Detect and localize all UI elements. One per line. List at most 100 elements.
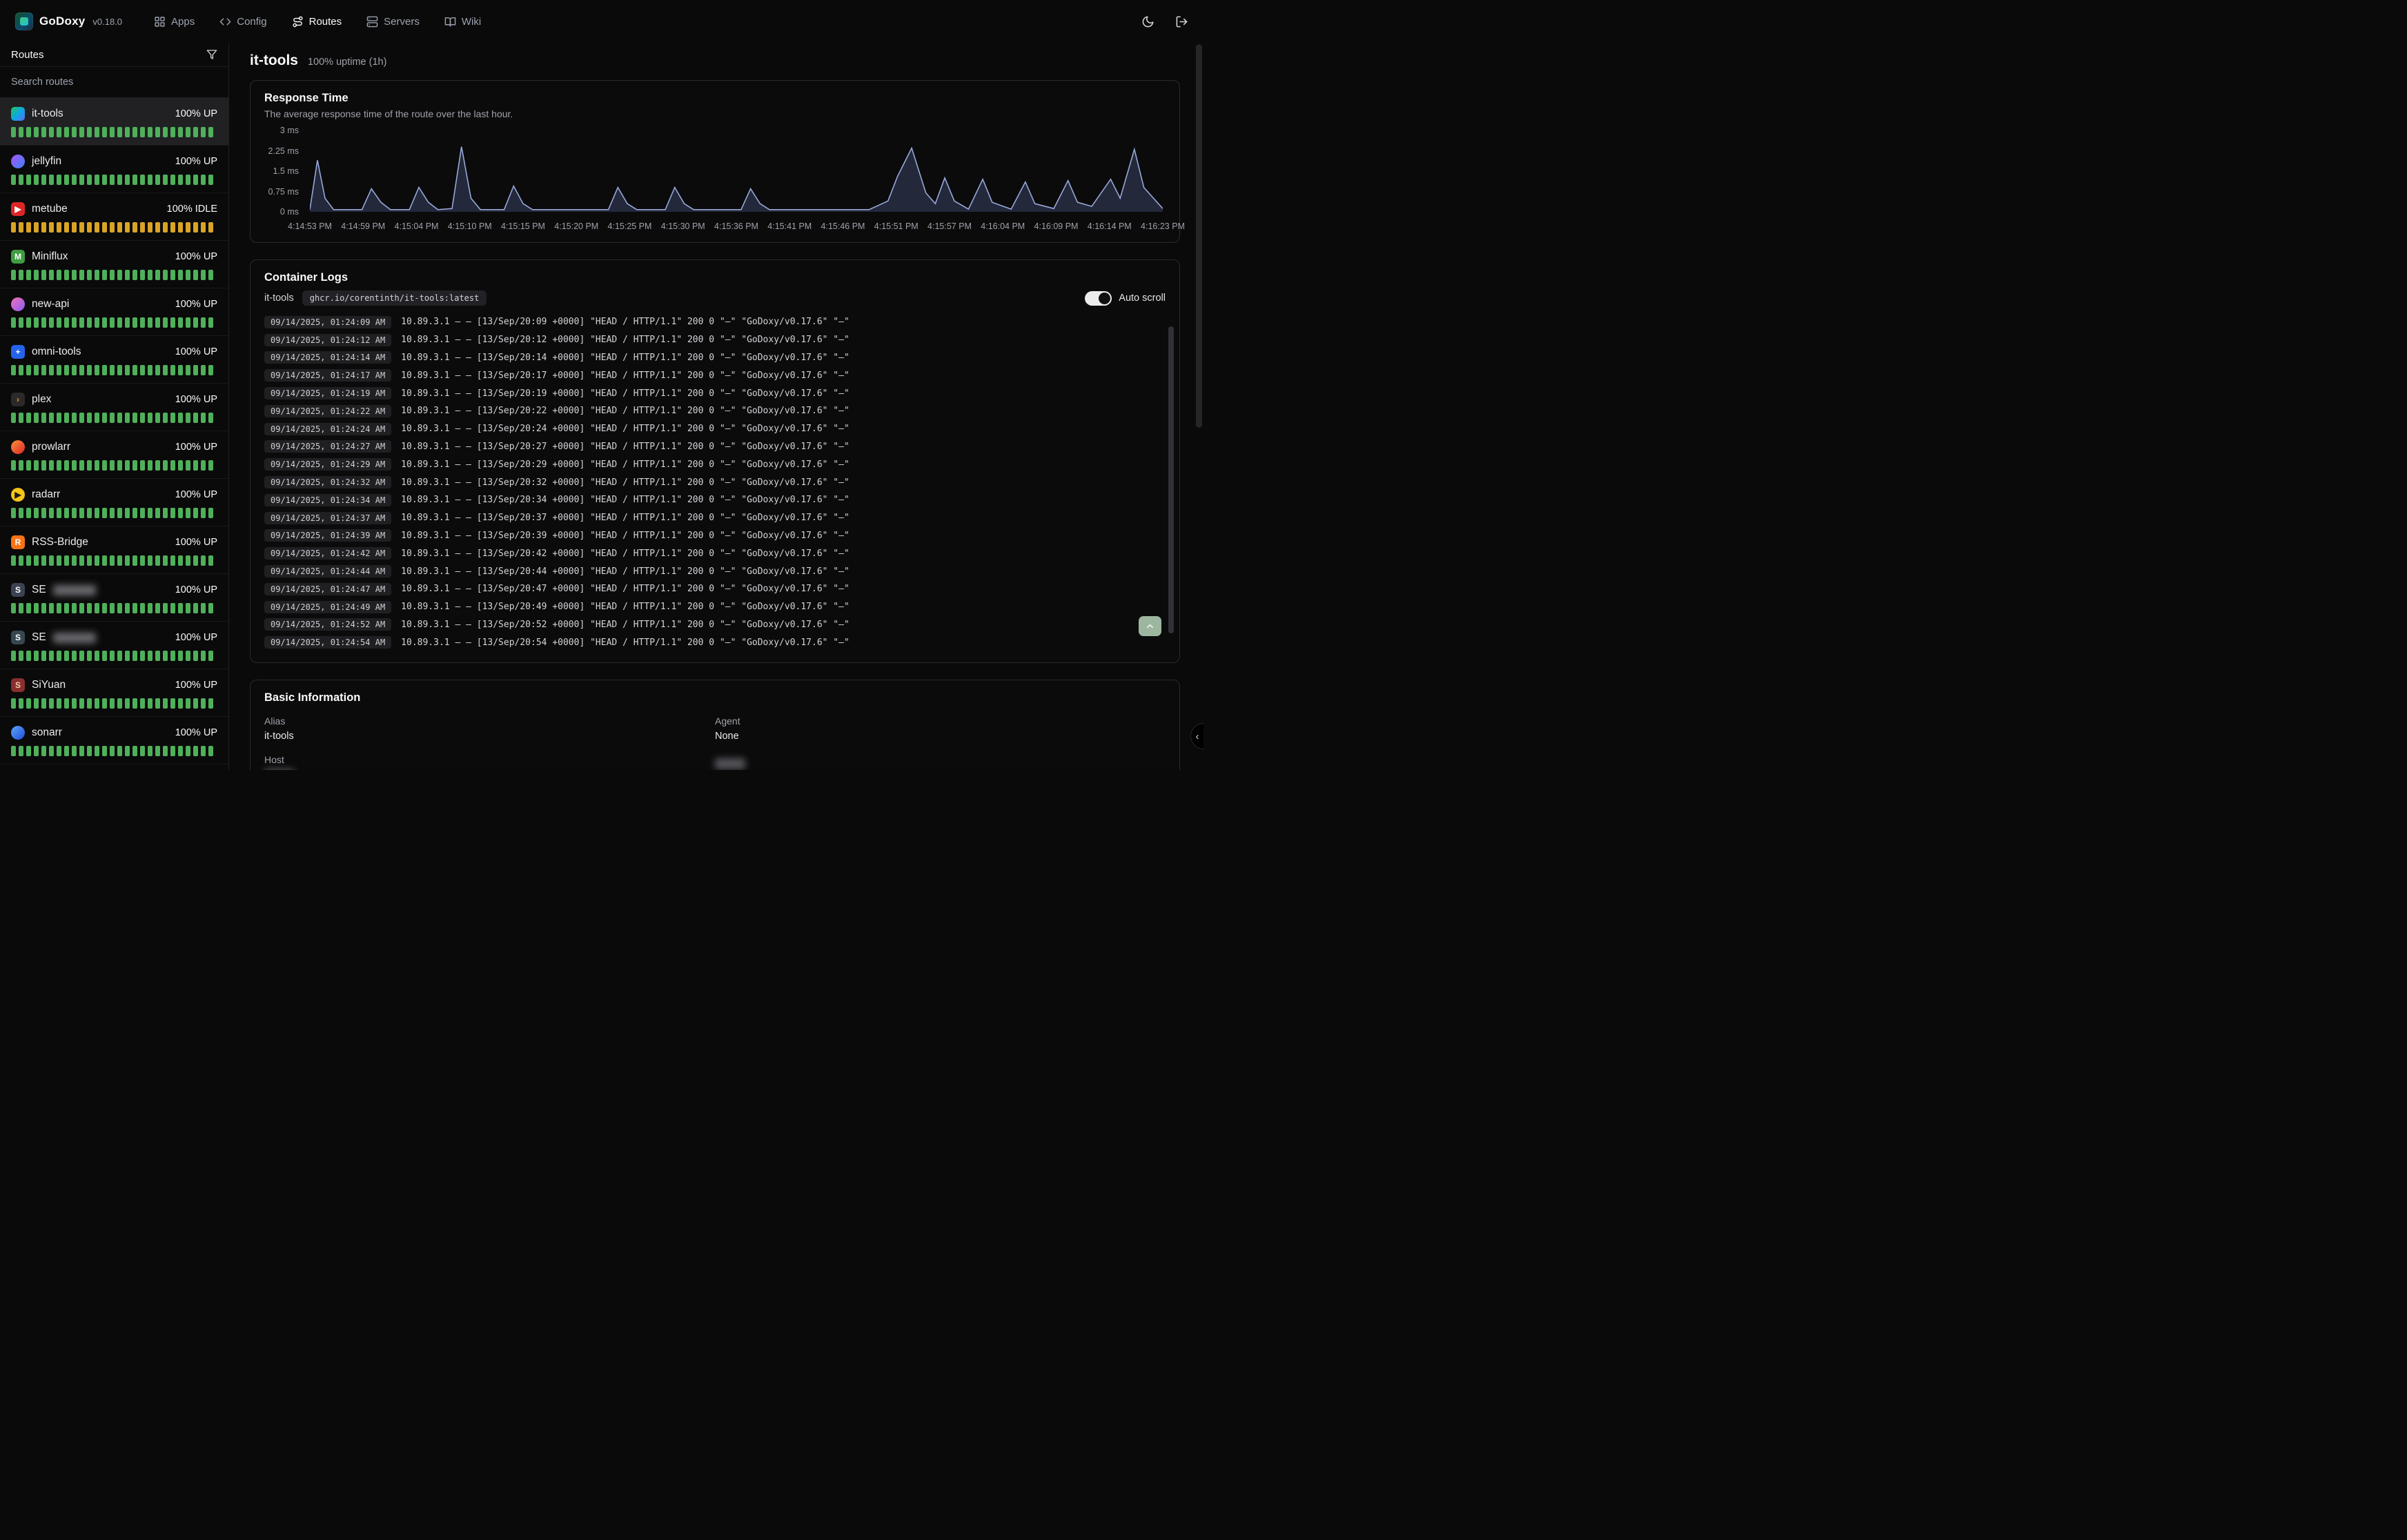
sidebar-route-se[interactable]: SSE100% UP (0, 574, 228, 622)
logout-icon[interactable] (1175, 15, 1188, 28)
uptime-bar (186, 317, 190, 328)
uptime-bar (193, 508, 198, 518)
uptime-bar (110, 127, 115, 137)
uptime-bar (201, 508, 206, 518)
sidebar-route-it-tools[interactable]: it-tools100% UP (0, 98, 228, 146)
uptime-bar (178, 365, 183, 375)
uptime-bar (193, 651, 198, 661)
uptime-bar (34, 317, 39, 328)
log-row: 09/14/2025, 01:24:17 AM10.89.3.1 — — [13… (264, 366, 1148, 384)
uptime-bar (110, 555, 115, 566)
nav-item-servers[interactable]: Servers (366, 16, 420, 28)
uptime-bar (49, 175, 54, 185)
toggle-knob (1099, 293, 1110, 304)
nav-item-config[interactable]: Config (219, 16, 266, 28)
nav-item-apps[interactable]: Apps (154, 16, 195, 28)
uptime-bar (19, 508, 23, 518)
uptime-bar (163, 651, 168, 661)
uptime-bar (155, 555, 160, 566)
routes-list: it-tools100% UPjellyfin100% UP▶metube100… (0, 98, 228, 770)
uptime-bar (186, 413, 190, 423)
uptime-bar (178, 222, 183, 233)
sidebar-route-radarr[interactable]: ▶radarr100% UP (0, 479, 228, 526)
sidebar-route-jellyfin[interactable]: jellyfin100% UP (0, 146, 228, 193)
sidebar-route-metube[interactable]: ▶metube100% IDLE (0, 193, 228, 241)
uptime-bar (110, 175, 115, 185)
page-title: it-tools (250, 52, 298, 69)
uptime-bar (132, 460, 137, 471)
search-routes-input[interactable] (0, 67, 228, 97)
x-axis-tick: 4:16:09 PM (1034, 221, 1079, 231)
sidebar-route-new-api[interactable]: new-api100% UP (0, 288, 228, 336)
uptime-bar (57, 460, 61, 471)
sidebar-route-se[interactable]: SSE100% UP (0, 622, 228, 669)
wiki-book-icon (444, 16, 456, 28)
uptime-bars (11, 175, 217, 185)
sidebar-route-rss-bridge[interactable]: RRSS-Bridge100% UP (0, 526, 228, 574)
uptime-bar (95, 508, 99, 518)
uptime-bar (102, 555, 107, 566)
uptime-bar (79, 460, 84, 471)
uptime-bar (132, 603, 137, 613)
sidebar-route-sonarr[interactable]: sonarr100% UP (0, 717, 228, 764)
uptime-bar (170, 651, 175, 661)
uptime-bar (11, 365, 16, 375)
uptime-bar (178, 508, 183, 518)
uptime-bar (208, 413, 213, 423)
uptime-bar (64, 175, 69, 185)
uptime-bar (193, 746, 198, 756)
uptime-bar (140, 413, 145, 423)
uptime-bar (148, 270, 153, 280)
log-row: 09/14/2025, 01:24:44 AM10.89.3.1 — — [13… (264, 562, 1148, 580)
uptime-bar (110, 365, 115, 375)
uptime-bar (186, 698, 190, 709)
theme-toggle-icon[interactable] (1141, 15, 1155, 28)
sidebar-route-siyuan[interactable]: SSiYuan100% UP (0, 669, 228, 717)
uptime-bar (163, 698, 168, 709)
log-row: 09/14/2025, 01:24:09 AM10.89.3.1 — — [13… (264, 313, 1148, 331)
x-axis-tick: 4:16:23 PM (1141, 221, 1185, 231)
uptime-bar (125, 413, 130, 423)
auto-scroll-toggle[interactable] (1085, 291, 1112, 306)
uptime-bar (64, 413, 69, 423)
uptime-bar (163, 317, 168, 328)
sidebar-route-miniflux[interactable]: MMiniflux100% UP (0, 241, 228, 288)
uptime-bar (140, 698, 145, 709)
uptime-bar (19, 651, 23, 661)
uptime-bar (132, 555, 137, 566)
filter-icon[interactable] (206, 49, 217, 60)
uptime-bar (64, 746, 69, 756)
uptime-bar (34, 746, 39, 756)
brand-name: GoDoxy (39, 14, 85, 28)
uptime-bar (163, 270, 168, 280)
uptime-bars (11, 413, 217, 423)
x-axis-tick: 4:15:20 PM (554, 221, 598, 231)
nav-item-routes[interactable]: Routes (292, 16, 342, 28)
info-label: Alias (264, 715, 715, 727)
x-axis-tick: 4:15:15 PM (501, 221, 545, 231)
page-header: it-tools 100% uptime (1h) (250, 52, 1180, 69)
info-field-agent: AgentNone (715, 715, 1166, 742)
uptime-bar (208, 555, 213, 566)
uptime-bar (125, 175, 130, 185)
log-row: 09/14/2025, 01:24:29 AM10.89.3.1 — — [13… (264, 455, 1148, 473)
brand[interactable]: GoDoxy v0.18.0 (15, 12, 122, 30)
uptime-bar (102, 603, 107, 613)
nav-item-wiki[interactable]: Wiki (444, 16, 481, 28)
scroll-to-bottom-button[interactable] (1139, 616, 1161, 636)
uptime-bar (19, 460, 23, 471)
uptime-bar (95, 413, 99, 423)
page-scrollbar-thumb[interactable] (1196, 44, 1202, 428)
sidebar-route-prowlarr[interactable]: prowlarr100% UP (0, 431, 228, 479)
uptime-bar (19, 555, 23, 566)
log-message: 10.89.3.1 — — [13/Sep/20:39 +0000] "HEAD… (401, 531, 849, 541)
uptime-bar (41, 175, 46, 185)
log-timestamp-badge: 09/14/2025, 01:24:17 AM (264, 369, 391, 382)
x-axis-tick: 4:15:25 PM (608, 221, 652, 231)
x-axis-tick: 4:15:46 PM (821, 221, 865, 231)
logs-scrollbar-thumb[interactable] (1168, 326, 1174, 633)
sidebar-route-plex[interactable]: ›plex100% UP (0, 384, 228, 431)
log-message: 10.89.3.1 — — [13/Sep/20:19 +0000] "HEAD… (401, 388, 849, 399)
uptime-bar (57, 555, 61, 566)
sidebar-route-omni-tools[interactable]: +omni-tools100% UP (0, 336, 228, 384)
